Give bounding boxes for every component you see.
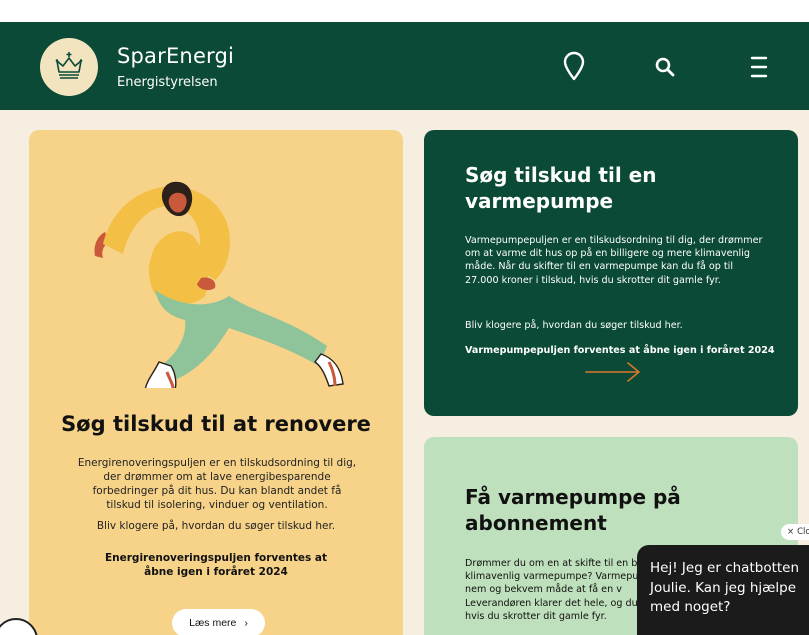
renovate-card-title: Søg tilskud til at renovere (61, 412, 371, 436)
crown-logo-icon[interactable] (40, 38, 98, 96)
renovate-card-body: Energirenoveringspuljen er en tilskudsor… (77, 457, 357, 511)
arrow-right-icon[interactable] (584, 360, 642, 384)
brand-title[interactable]: SparEnergi (117, 44, 234, 68)
chatbot-message: Hej! Jeg er chatbotten Joulie. Kan jeg h… (650, 560, 800, 616)
chat-close-button[interactable]: × Clo (781, 524, 809, 540)
heatpump-card-more-text: Bliv klogere på, hvordan du søger tilsku… (465, 320, 683, 331)
heatpump-card-title: Søg tilskud til en varmepumpe (465, 163, 657, 213)
site-header: SparEnergi Energistyrelsen (0, 22, 809, 110)
brand-subtitle: Energistyrelsen (117, 75, 218, 90)
chevron-right-icon: › (244, 617, 248, 629)
top-strip (0, 0, 809, 22)
read-more-label: Læs mere (189, 617, 237, 629)
chatbot-message-bubble[interactable]: Hej! Jeg er chatbotten Joulie. Kan jeg h… (637, 545, 809, 635)
heatpump-card-body: Varmepumpepuljen er en tilskudsordning t… (465, 235, 763, 286)
renovate-card[interactable]: Søg tilskud til at renovere Energirenove… (29, 130, 403, 635)
renovate-card-opening-note: Energirenoveringspuljen forventes at åbn… (104, 552, 328, 579)
subscription-card-title: Få varmepumpe på abonnement (465, 485, 681, 535)
search-icon[interactable] (652, 54, 678, 80)
chat-close-label: Clo (797, 527, 809, 537)
subscription-card-body: Drømmer du om en at skifte til en b klim… (465, 558, 654, 622)
stretching-person-illustration (94, 181, 344, 388)
menu-icon[interactable] (746, 52, 772, 82)
heatpump-card-opening-note: Varmepumpepuljen forventes at åbne igen … (465, 345, 775, 356)
location-pin-icon[interactable] (560, 50, 588, 82)
renovate-card-more-text: Bliv klogere på, hvordan du søger tilsku… (96, 520, 336, 532)
close-icon: × (787, 527, 795, 537)
read-more-button[interactable]: Læs mere › (172, 609, 265, 635)
heatpump-card[interactable]: Søg tilskud til en varmepumpe Varmepumpe… (424, 130, 798, 416)
